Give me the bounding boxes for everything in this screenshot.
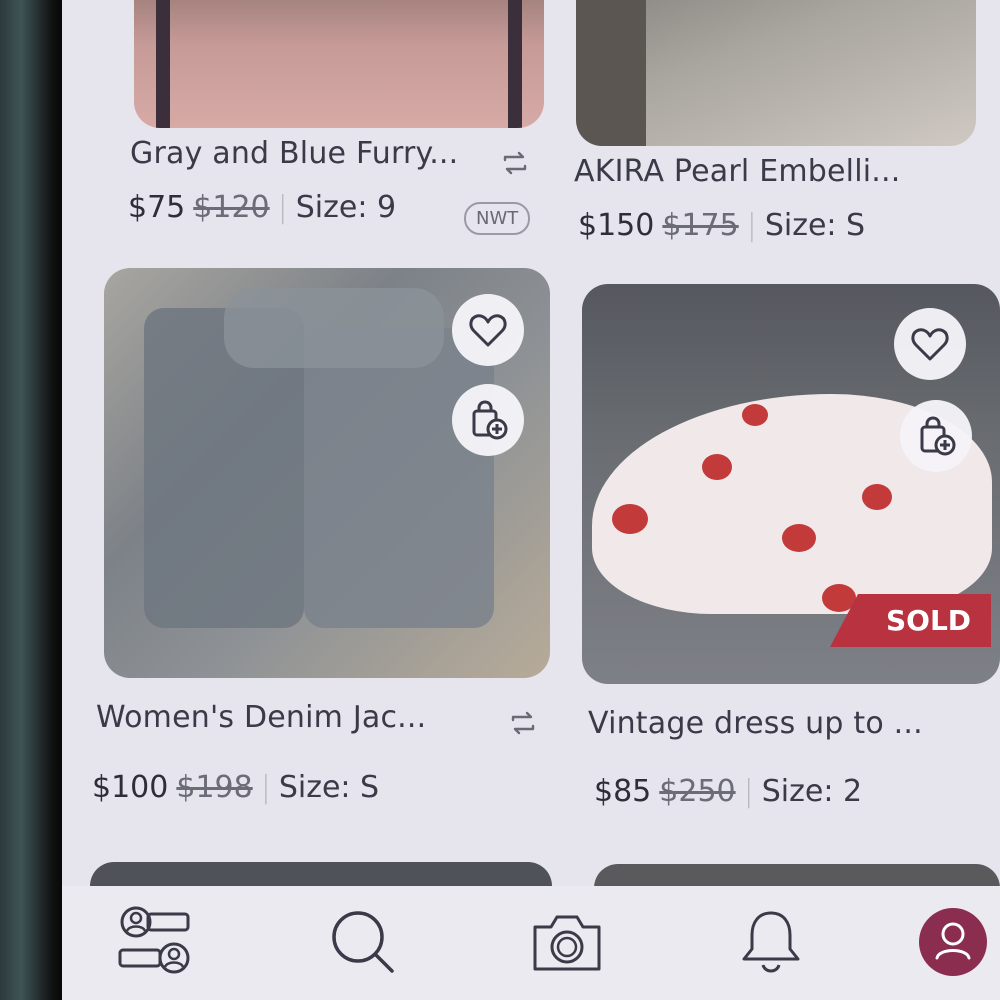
listing-size: Size: S (764, 208, 866, 243)
listing-title[interactable]: Vintage dress up to ... (588, 706, 923, 741)
device-bezel (0, 0, 70, 1000)
listing-price: $100 (92, 770, 169, 805)
nav-search[interactable] (318, 902, 408, 982)
original-price: $198 (176, 770, 253, 805)
nav-notifications[interactable] (726, 902, 816, 982)
nav-profile[interactable] (908, 902, 998, 982)
bell-icon (742, 911, 800, 973)
nwt-badge: NWT (464, 202, 531, 235)
listing-price: $85 (594, 774, 652, 809)
separator: | (277, 190, 288, 225)
listing-price-row: $150 $175 | Size: S (578, 208, 865, 243)
profile-icon (919, 908, 987, 976)
listing-price: $75 (128, 190, 186, 225)
listing-size: Size: S (278, 770, 380, 805)
community-icon (118, 906, 190, 974)
feed-screen[interactable]: Gray and Blue Furry... $75 $120 | Size: … (62, 0, 1000, 1000)
listing-title[interactable]: AKIRA Pearl Embelli... (574, 154, 901, 189)
original-price: $250 (659, 774, 736, 809)
add-to-bundle-button[interactable] (452, 384, 524, 456)
listing-title[interactable]: Gray and Blue Furry... (130, 136, 458, 171)
separator: | (746, 208, 757, 243)
bag-plus-icon (472, 400, 508, 440)
separator: | (260, 770, 271, 805)
original-price: $175 (662, 208, 739, 243)
original-price: $120 (193, 190, 270, 225)
repost-icon[interactable] (506, 706, 540, 740)
sold-banner: SOLD (830, 594, 992, 647)
like-button[interactable] (452, 294, 524, 366)
nav-sell[interactable] (522, 902, 612, 982)
listing-price: $150 (578, 208, 655, 243)
listing-price-row: $100 $198 | Size: S (92, 770, 379, 805)
listing-title[interactable]: Women's Denim Jac... (96, 700, 426, 735)
heart-icon (469, 314, 507, 347)
search-icon (332, 911, 394, 973)
bag-plus-icon (920, 416, 956, 456)
bottom-nav (62, 886, 1000, 1000)
heart-icon (911, 328, 949, 361)
listing-photo-1[interactable] (134, 0, 544, 128)
listing-size: Size: 9 (295, 190, 397, 225)
listing-price-row: $75 $120 | Size: 9 (128, 190, 396, 225)
listing-photo-2[interactable] (576, 0, 976, 146)
separator: | (743, 774, 754, 809)
add-to-bundle-button[interactable] (900, 400, 972, 472)
listing-size: Size: 2 (761, 774, 863, 809)
camera-icon (533, 915, 601, 971)
repost-icon[interactable] (498, 146, 532, 180)
nav-community[interactable] (110, 902, 200, 982)
listing-price-row: $85 $250 | Size: 2 (594, 774, 862, 809)
like-button[interactable] (894, 308, 966, 380)
